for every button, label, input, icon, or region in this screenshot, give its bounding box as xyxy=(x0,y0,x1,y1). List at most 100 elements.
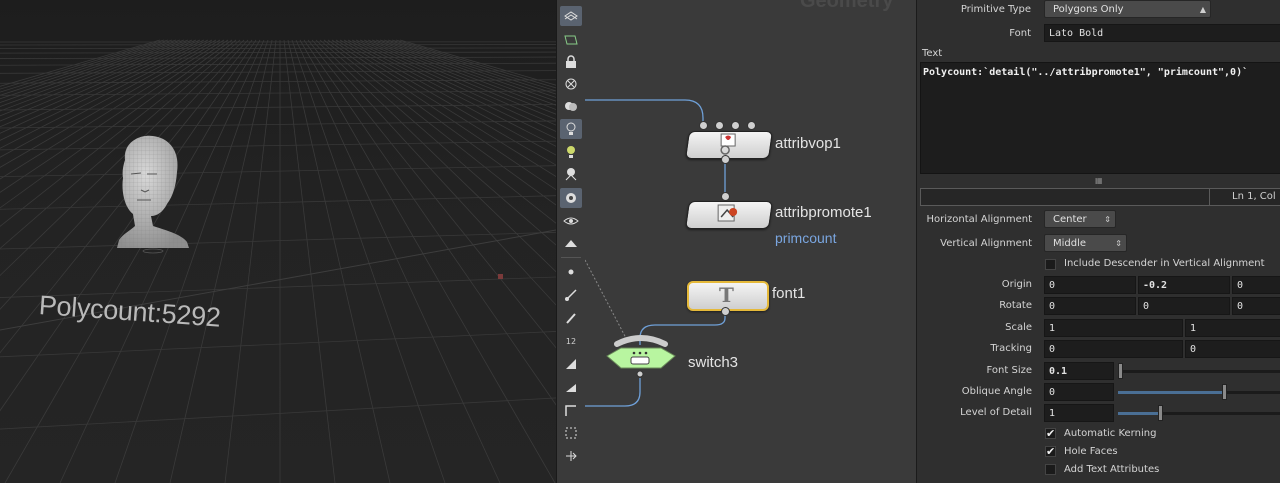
viewport-toolbar: 12 xyxy=(556,0,586,483)
normal-icon[interactable] xyxy=(560,285,582,305)
primitive-type-menu[interactable]: Polygons Only ▲ xyxy=(1044,0,1211,18)
updown-arrows-icon: ⇕ xyxy=(1115,239,1122,248)
label-horizontal-alignment: Horizontal Alignment xyxy=(926,214,1032,225)
attribvop1-input-dot[interactable] xyxy=(747,121,756,130)
oblique-angle-slider[interactable] xyxy=(1118,384,1280,400)
snap-icon[interactable] xyxy=(560,188,582,208)
parameter-panel: Primitive Type Polygons Only ▲ Font Lato… xyxy=(916,0,1280,483)
brush-icon[interactable] xyxy=(560,308,582,328)
render-icon[interactable] xyxy=(560,234,582,254)
network-wires xyxy=(585,99,726,407)
scale-y-field[interactable]: 1 xyxy=(1185,319,1280,337)
rotate-z-field[interactable]: 0 xyxy=(1232,297,1280,315)
uv-icon[interactable] xyxy=(560,423,582,443)
lock-icon[interactable] xyxy=(560,52,582,72)
shade-icon[interactable] xyxy=(560,354,582,374)
scale-x-field[interactable]: 1 xyxy=(1044,319,1183,337)
origin-x-field[interactable]: 0 xyxy=(1044,276,1136,294)
vertical-alignment-menu[interactable]: Middle ⇕ xyxy=(1044,234,1127,252)
label-vertical-alignment: Vertical Alignment xyxy=(940,238,1032,249)
font-size-slider-handle[interactable] xyxy=(1118,363,1123,379)
attribvop1-input-dot[interactable] xyxy=(699,121,708,130)
label-oblique-angle: Oblique Angle xyxy=(961,386,1032,397)
level-of-detail-field[interactable]: 1 xyxy=(1044,404,1114,422)
oblique-angle-field[interactable]: 0 xyxy=(1044,383,1114,401)
tracking-y-field[interactable]: 0 xyxy=(1185,340,1280,358)
label-tracking: Tracking xyxy=(990,343,1032,354)
updown-arrows-icon: ⇕ xyxy=(1104,215,1111,224)
ground-grid xyxy=(0,39,556,483)
resize-grip-icon[interactable]: ▦ xyxy=(1095,176,1103,185)
label-origin: Origin xyxy=(1001,279,1032,290)
updown-arrows-icon: ▲ xyxy=(1199,5,1206,14)
oblique-angle-slider-fill xyxy=(1118,391,1224,394)
bulb-icon[interactable] xyxy=(560,142,582,162)
font-size-slider[interactable] xyxy=(1118,363,1280,379)
rotate-y-field[interactable]: 0 xyxy=(1138,297,1230,315)
label-level-of-detail: Level of Detail xyxy=(960,407,1032,418)
vertical-alignment-value: Middle xyxy=(1053,238,1087,249)
node-font1[interactable]: T xyxy=(687,281,769,311)
head-model xyxy=(105,130,195,259)
scene-viewport[interactable]: Polycount:5292 xyxy=(0,0,556,483)
oblique-angle-slider-handle[interactable] xyxy=(1221,384,1227,400)
attribvop1-input-dot[interactable] xyxy=(715,121,724,130)
node-switch3[interactable] xyxy=(595,332,687,380)
horizontal-alignment-menu[interactable]: Center ⇕ xyxy=(1044,210,1116,228)
checkmark-icon: ✔ xyxy=(1046,445,1056,458)
label-text: Text xyxy=(922,48,943,59)
bracket-icon[interactable] xyxy=(560,400,582,420)
network-editor[interactable]: Geometry attribvop1 attribpromote1 primc… xyxy=(585,0,916,483)
light-icon[interactable] xyxy=(560,119,582,139)
node-label-switch3: switch3 xyxy=(688,354,739,371)
label-primitive-type: Primitive Type xyxy=(960,4,1031,15)
vector-icon[interactable] xyxy=(560,446,582,466)
level-of-detail-slider[interactable] xyxy=(1118,405,1280,421)
font1-output-dot[interactable] xyxy=(721,307,730,316)
add-text-attributes-checkbox[interactable] xyxy=(1045,464,1056,475)
ghost-icon[interactable] xyxy=(560,74,582,94)
font-field[interactable]: Lato Bold xyxy=(1044,24,1280,42)
primitive-type-value: Polygons Only xyxy=(1053,4,1124,15)
camera-icon[interactable] xyxy=(560,164,582,184)
origin-y-field[interactable]: -0.2 xyxy=(1138,276,1230,294)
node-label-attribvop1: attribvop1 xyxy=(775,135,841,152)
attribvop1-output-dot[interactable] xyxy=(721,155,730,164)
visibility-icon[interactable] xyxy=(560,211,582,231)
view-icon[interactable] xyxy=(560,30,582,50)
automatic-kerning-checkbox[interactable]: ✔ xyxy=(1045,428,1056,439)
label-rotate: Rotate xyxy=(999,300,1032,311)
attribvop1-input-dot[interactable] xyxy=(731,121,740,130)
shade2-icon[interactable] xyxy=(560,377,582,397)
line-column-indicator: Ln 1, Col 1 xyxy=(1209,189,1280,205)
node-label-attribpromote1: attribpromote1 xyxy=(775,204,872,221)
origin-z-field[interactable]: 0 xyxy=(1232,276,1280,294)
include-descender-checkbox[interactable] xyxy=(1045,259,1056,270)
select-icon[interactable] xyxy=(560,6,582,26)
node-label-font1: font1 xyxy=(772,285,806,302)
tracking-x-field[interactable]: 0 xyxy=(1044,340,1183,358)
horizontal-alignment-value: Center xyxy=(1053,214,1087,225)
point-icon[interactable] xyxy=(560,262,582,282)
label-scale: Scale xyxy=(1005,322,1032,333)
label-automatic-kerning: Automatic Kerning xyxy=(1064,428,1157,439)
node-attribpromote1[interactable] xyxy=(685,201,773,229)
level-of-detail-slider-fill xyxy=(1118,412,1161,415)
font-t-icon: T xyxy=(719,283,734,307)
label-hole-faces: Hole Faces xyxy=(1064,446,1118,457)
number-icon[interactable]: 12 xyxy=(560,331,582,351)
font-size-field[interactable]: 0.1 xyxy=(1044,362,1114,380)
label-font: Font xyxy=(1009,28,1031,39)
label-font-size: Font Size xyxy=(986,365,1032,376)
checkmark-icon: ✔ xyxy=(1046,427,1056,440)
level-of-detail-slider-handle[interactable] xyxy=(1158,405,1164,421)
node-attribvop1[interactable] xyxy=(685,131,773,159)
attribpromote1-input-dot[interactable] xyxy=(721,192,730,201)
text-editor[interactable]: Polycount:`detail("../attribpromote1", "… xyxy=(920,62,1280,174)
rotate-x-field[interactable]: 0 xyxy=(1044,297,1136,315)
text-status-bar: Ln 1, Col 1 xyxy=(920,188,1280,206)
toolbar-label-12: 12 xyxy=(565,336,577,346)
hole-faces-checkbox[interactable]: ✔ xyxy=(1045,446,1056,457)
toolbar-separator xyxy=(561,257,581,258)
display-icon[interactable] xyxy=(560,96,582,116)
